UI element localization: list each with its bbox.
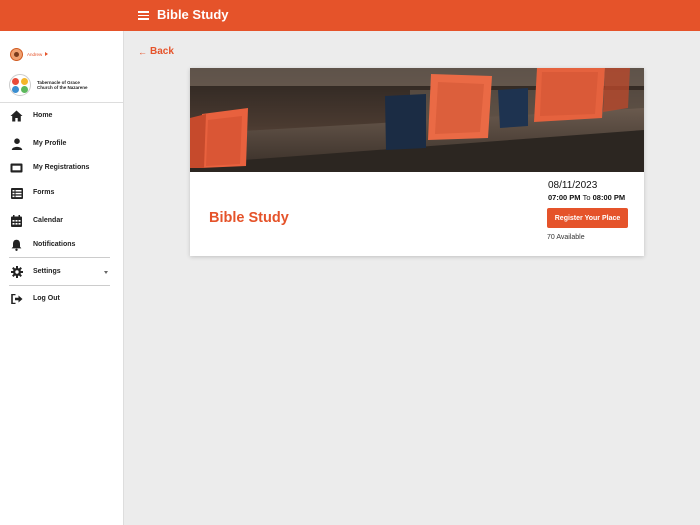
home-icon [10, 110, 23, 122]
divider [9, 257, 110, 258]
sidebar-item-notifications[interactable]: Notifications [0, 237, 123, 253]
divider [9, 285, 110, 286]
top-app-bar: Bible Study [0, 0, 700, 31]
bell-icon [10, 239, 23, 251]
event-title: Bible Study [209, 210, 289, 226]
sidebar-item-home[interactable]: Home [0, 108, 123, 124]
register-button[interactable]: Register Your Place [547, 208, 628, 228]
gear-icon [10, 266, 23, 278]
chevron-down-icon [104, 271, 108, 274]
sidebar-item-calendar[interactable]: Calendar [0, 213, 123, 229]
event-start-time: 07:00 PM [548, 193, 581, 202]
caret-right-icon [45, 52, 49, 56]
event-time-separator: To [582, 193, 591, 202]
hamburger-icon[interactable] [138, 11, 149, 20]
sidebar-item-settings[interactable]: Settings [0, 264, 123, 280]
arrow-left-icon: ← [138, 46, 147, 57]
event-time: 07:00 PM To 08:00 PM [548, 193, 625, 202]
logout-icon [10, 293, 23, 305]
org-logo [9, 74, 31, 96]
organization: Tabernacle of Grace Church of the Nazare… [9, 74, 88, 96]
event-end-time: 08:00 PM [592, 193, 626, 202]
event-date: 08/11/2023 [548, 180, 598, 191]
calendar-icon [10, 215, 23, 227]
sidebar-item-log-out[interactable]: Log Out [0, 291, 123, 307]
sidebar: Andrew Tabernacle of Grace Church of the… [0, 31, 124, 525]
user-name: Andrew [27, 51, 43, 57]
list-icon [10, 187, 23, 199]
sidebar-item-my-registrations[interactable]: My Registrations [0, 160, 123, 176]
divider [0, 102, 123, 103]
event-banner-image [190, 68, 644, 172]
sidebar-item-my-profile[interactable]: My Profile [0, 136, 123, 152]
back-button[interactable]: ← Back [138, 46, 174, 57]
user-menu[interactable]: Andrew [10, 47, 49, 61]
sidebar-item-forms[interactable]: Forms [0, 185, 123, 201]
person-icon [10, 138, 23, 150]
page-title: Bible Study [157, 7, 229, 22]
avatar [10, 47, 23, 61]
availability-count: 70 Available [547, 234, 585, 241]
ticket-icon [10, 162, 23, 174]
event-card: Bible Study 08/11/2023 07:00 PM To 08:00… [190, 68, 644, 256]
org-name: Tabernacle of Grace Church of the Nazare… [37, 79, 88, 91]
